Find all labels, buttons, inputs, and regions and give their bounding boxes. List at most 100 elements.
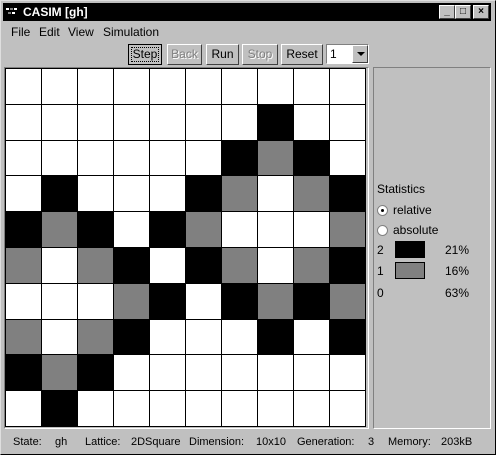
grid-cell[interactable] <box>293 68 330 105</box>
grid-cell[interactable] <box>257 354 294 391</box>
grid-cell[interactable] <box>221 140 258 176</box>
grid-cell[interactable] <box>329 211 366 248</box>
grid-cell[interactable] <box>257 140 294 176</box>
grid-cell[interactable] <box>185 140 222 176</box>
grid-cell[interactable] <box>257 283 294 320</box>
grid-cell[interactable] <box>185 390 222 427</box>
grid-cell[interactable] <box>77 175 114 212</box>
grid-cell[interactable] <box>113 104 150 141</box>
grid-cell[interactable] <box>221 390 258 427</box>
grid-cell[interactable] <box>113 247 150 284</box>
grid-cell[interactable] <box>329 140 366 176</box>
grid-cell[interactable] <box>293 211 330 248</box>
grid-cell[interactable] <box>113 175 150 212</box>
grid-cell[interactable] <box>149 390 186 427</box>
step-button[interactable]: Step <box>128 44 162 65</box>
grid-cell[interactable] <box>113 319 150 355</box>
grid-cell[interactable] <box>185 354 222 391</box>
grid-cell[interactable] <box>77 104 114 141</box>
grid-cell[interactable] <box>257 211 294 248</box>
grid-cell[interactable] <box>221 68 258 105</box>
grid-cell[interactable] <box>185 68 222 105</box>
grid-cell[interactable] <box>113 390 150 427</box>
grid-cell[interactable] <box>149 319 186 355</box>
menu-edit[interactable]: Edit <box>39 25 60 39</box>
grid-cell[interactable] <box>221 283 258 320</box>
grid-cell[interactable] <box>5 68 42 105</box>
grid-cell[interactable] <box>185 319 222 355</box>
close-button[interactable]: × <box>473 5 489 19</box>
grid-cell[interactable] <box>257 319 294 355</box>
grid-cell[interactable] <box>149 247 186 284</box>
absolute-radio-circle[interactable] <box>377 225 388 236</box>
grid-cell[interactable] <box>185 175 222 212</box>
grid-cell[interactable] <box>257 175 294 212</box>
grid-cell[interactable] <box>257 104 294 141</box>
grid-cell[interactable] <box>329 354 366 391</box>
grid-cell[interactable] <box>293 104 330 141</box>
grid-cell[interactable] <box>293 140 330 176</box>
grid-cell[interactable] <box>293 319 330 355</box>
grid-cell[interactable] <box>5 104 42 141</box>
grid-cell[interactable] <box>293 247 330 284</box>
cell-grid[interactable] <box>5 68 366 427</box>
grid-cell[interactable] <box>77 319 114 355</box>
menu-view[interactable]: View <box>68 25 94 39</box>
minimize-button[interactable]: _ <box>439 5 455 19</box>
step-count-select[interactable]: 1 <box>326 44 369 64</box>
grid-cell[interactable] <box>149 104 186 141</box>
grid-cell[interactable] <box>41 68 78 105</box>
grid-cell[interactable] <box>221 247 258 284</box>
grid-cell[interactable] <box>185 211 222 248</box>
grid-cell[interactable] <box>113 140 150 176</box>
grid-cell[interactable] <box>5 354 42 391</box>
grid-cell[interactable] <box>113 211 150 248</box>
grid-cell[interactable] <box>149 175 186 212</box>
grid-cell[interactable] <box>41 211 78 248</box>
grid-cell[interactable] <box>113 354 150 391</box>
back-button[interactable]: Back <box>167 44 202 65</box>
maximize-button[interactable]: □ <box>455 5 471 19</box>
run-button[interactable]: Run <box>206 44 239 65</box>
grid-cell[interactable] <box>257 68 294 105</box>
menu-file[interactable]: File <box>11 25 30 39</box>
grid-cell[interactable] <box>77 211 114 248</box>
grid-cell[interactable] <box>77 68 114 105</box>
grid-cell[interactable] <box>113 283 150 320</box>
grid-cell[interactable] <box>149 211 186 248</box>
grid-cell[interactable] <box>221 354 258 391</box>
grid-cell[interactable] <box>293 390 330 427</box>
grid-cell[interactable] <box>329 319 366 355</box>
grid-cell[interactable] <box>41 140 78 176</box>
stop-button[interactable]: Stop <box>242 44 278 65</box>
grid-cell[interactable] <box>77 247 114 284</box>
grid-cell[interactable] <box>149 283 186 320</box>
grid-cell[interactable] <box>257 247 294 284</box>
grid-cell[interactable] <box>149 68 186 105</box>
grid-cell[interactable] <box>221 319 258 355</box>
grid-cell[interactable] <box>41 319 78 355</box>
grid-cell[interactable] <box>5 247 42 284</box>
grid-cell[interactable] <box>149 140 186 176</box>
grid-cell[interactable] <box>329 104 366 141</box>
grid-cell[interactable] <box>185 247 222 284</box>
grid-cell[interactable] <box>185 283 222 320</box>
grid-cell[interactable] <box>77 354 114 391</box>
grid-cell[interactable] <box>77 283 114 320</box>
grid-cell[interactable] <box>77 390 114 427</box>
grid-cell[interactable] <box>5 283 42 320</box>
relative-radio-circle[interactable] <box>377 205 388 216</box>
grid-cell[interactable] <box>5 140 42 176</box>
grid-cell[interactable] <box>329 247 366 284</box>
grid-cell[interactable] <box>41 354 78 391</box>
grid-cell[interactable] <box>221 104 258 141</box>
grid-cell[interactable] <box>329 175 366 212</box>
grid-cell[interactable] <box>185 104 222 141</box>
grid-cell[interactable] <box>5 175 42 212</box>
grid-cell[interactable] <box>41 247 78 284</box>
grid-cell[interactable] <box>5 390 42 427</box>
grid-cell[interactable] <box>41 390 78 427</box>
grid-cell[interactable] <box>41 104 78 141</box>
grid-cell[interactable] <box>329 283 366 320</box>
grid-cell[interactable] <box>149 354 186 391</box>
